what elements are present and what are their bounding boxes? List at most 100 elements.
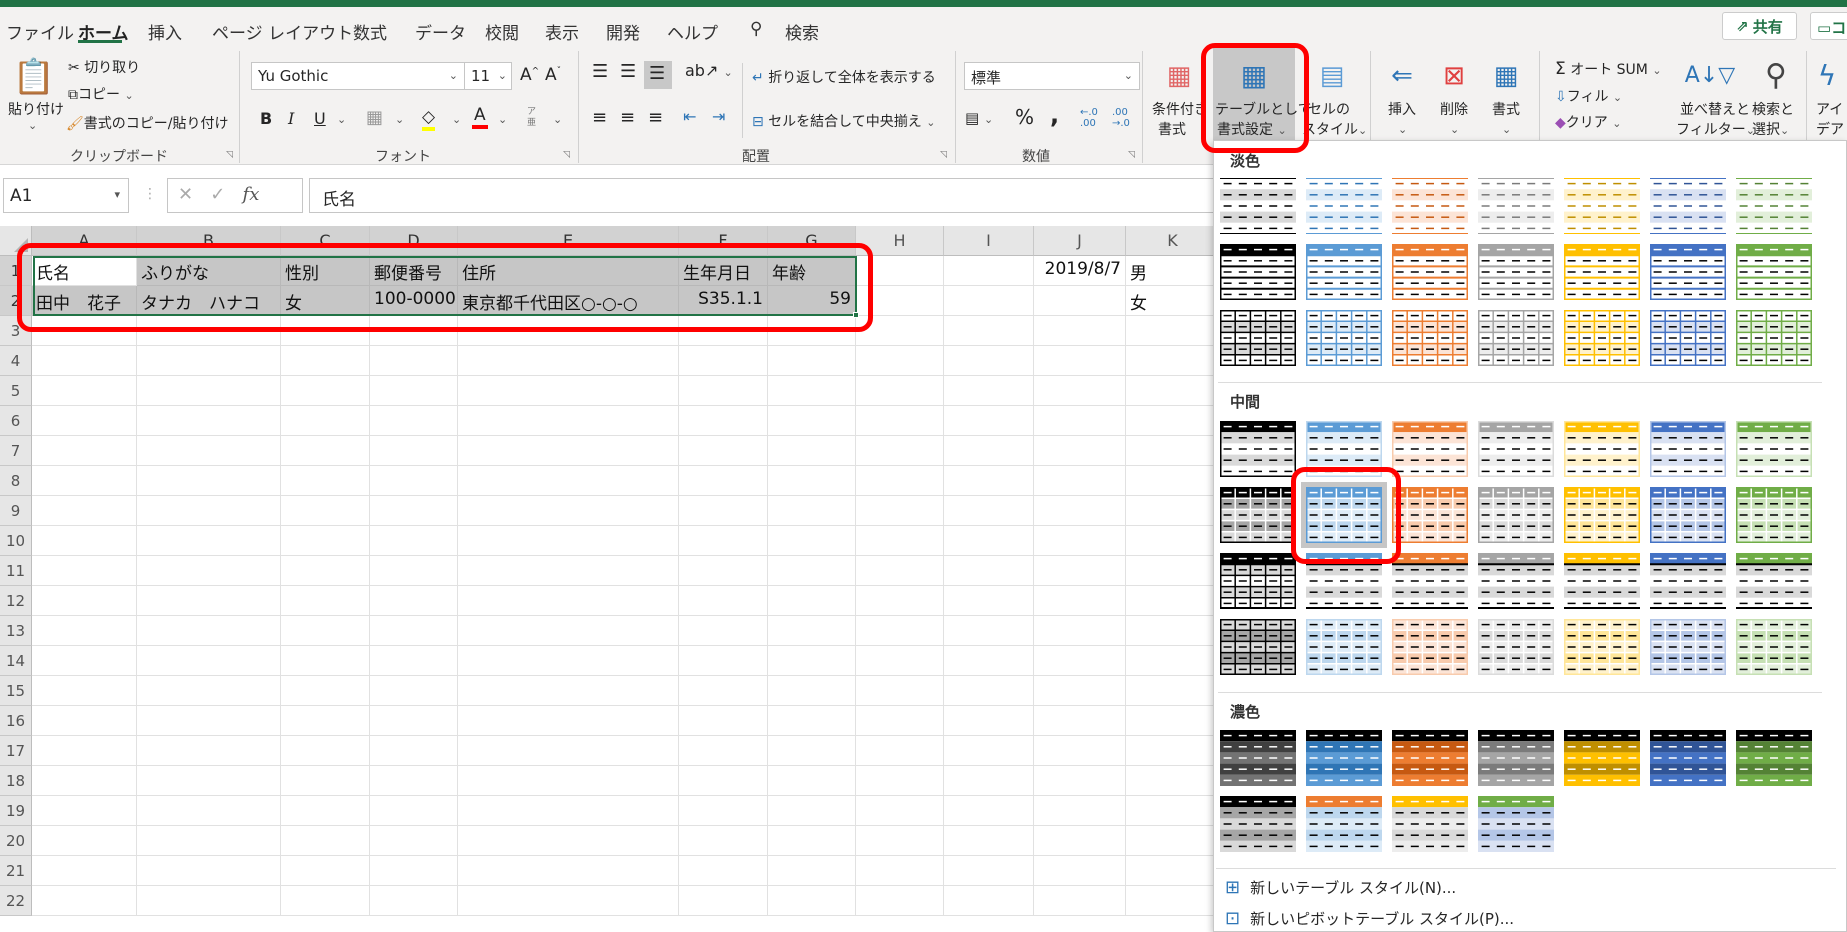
cell[interactable]: [944, 856, 1034, 886]
table-style-swatch[interactable]: [1220, 796, 1296, 852]
table-style-swatch[interactable]: [1736, 421, 1812, 477]
cell[interactable]: [370, 526, 458, 556]
fill-color-chevron-icon[interactable]: ⌄: [452, 113, 461, 126]
cell[interactable]: [679, 346, 768, 376]
cell[interactable]: [1034, 616, 1126, 646]
row-header[interactable]: 10: [0, 526, 32, 556]
cell[interactable]: [458, 826, 679, 856]
cell[interactable]: [281, 796, 370, 826]
cell[interactable]: [458, 796, 679, 826]
cell[interactable]: [1034, 796, 1126, 826]
cell[interactable]: [768, 526, 856, 556]
cell[interactable]: [32, 316, 137, 346]
cell[interactable]: [32, 376, 137, 406]
cell[interactable]: [768, 646, 856, 676]
phonetic-chevron-icon[interactable]: ⌄: [553, 113, 562, 126]
row-header[interactable]: 20: [0, 826, 32, 856]
cell[interactable]: 東京都千代田区○-○-○: [458, 286, 679, 316]
cell[interactable]: [281, 346, 370, 376]
cell[interactable]: ふりがな: [137, 256, 281, 286]
table-style-swatch[interactable]: [1220, 421, 1296, 477]
cell[interactable]: [137, 886, 281, 916]
cell[interactable]: [944, 616, 1034, 646]
comma-style-button[interactable]: ,: [1050, 101, 1059, 129]
cell[interactable]: [32, 676, 137, 706]
row-header[interactable]: 6: [0, 406, 32, 436]
cell[interactable]: [944, 526, 1034, 556]
cell[interactable]: 生年月日: [679, 256, 768, 286]
cell[interactable]: タナカ ハナコ: [137, 286, 281, 316]
cell[interactable]: [1034, 856, 1126, 886]
column-header[interactable]: A: [32, 226, 137, 256]
cell[interactable]: [281, 586, 370, 616]
table-style-swatch[interactable]: [1478, 553, 1554, 609]
cell[interactable]: [1034, 766, 1126, 796]
decrease-indent-icon[interactable]: ⇤: [683, 107, 696, 126]
align-right-icon[interactable]: ≡: [648, 107, 663, 128]
cell[interactable]: [1126, 436, 1220, 466]
row-header[interactable]: 15: [0, 676, 32, 706]
table-style-swatch[interactable]: [1306, 487, 1382, 543]
new-table-style-item[interactable]: ⊞ 新しいテーブル スタイル(N)...: [1225, 873, 1825, 901]
cell[interactable]: [32, 856, 137, 886]
number-format-select[interactable]: 標準 ⌄: [964, 62, 1140, 90]
find-select-button[interactable]: ⚲ 検索と 選択⌄: [1750, 57, 1802, 147]
table-style-swatch[interactable]: [1306, 177, 1382, 235]
cell[interactable]: [137, 796, 281, 826]
cell[interactable]: [679, 436, 768, 466]
table-style-swatch[interactable]: [1564, 619, 1640, 675]
cell[interactable]: [137, 826, 281, 856]
cell[interactable]: [281, 316, 370, 346]
cell[interactable]: [370, 646, 458, 676]
table-style-swatch[interactable]: [1392, 244, 1468, 300]
cell[interactable]: [137, 316, 281, 346]
cell[interactable]: [370, 886, 458, 916]
format-cells-button[interactable]: ▦ 書式 ⌄: [1482, 57, 1532, 147]
cell[interactable]: [370, 376, 458, 406]
cell[interactable]: 女: [1126, 286, 1220, 316]
table-style-swatch[interactable]: [1650, 177, 1726, 235]
cell[interactable]: [32, 496, 137, 526]
table-style-swatch[interactable]: [1478, 487, 1554, 543]
cell[interactable]: 住所: [458, 256, 679, 286]
dialog-launcher-icon[interactable]: ◹: [1128, 150, 1135, 160]
cell[interactable]: [856, 766, 944, 796]
cell[interactable]: [137, 466, 281, 496]
cell[interactable]: [1126, 856, 1220, 886]
tab-file[interactable]: ファイル: [6, 19, 74, 44]
cell[interactable]: 性別: [281, 256, 370, 286]
comments-button[interactable]: ▭コ: [1810, 12, 1847, 40]
cell[interactable]: [32, 406, 137, 436]
cell[interactable]: [370, 346, 458, 376]
cell[interactable]: [768, 436, 856, 466]
insert-function-icon[interactable]: fx: [243, 184, 260, 205]
tab-data[interactable]: データ: [415, 19, 466, 44]
cell[interactable]: [1126, 706, 1220, 736]
cell[interactable]: [370, 496, 458, 526]
cell[interactable]: [137, 616, 281, 646]
table-style-swatch[interactable]: [1564, 730, 1640, 786]
cell[interactable]: [1126, 646, 1220, 676]
cell[interactable]: [768, 886, 856, 916]
table-style-swatch[interactable]: [1306, 730, 1382, 786]
increase-decimal-button[interactable]: ←.0 .00: [1080, 107, 1106, 129]
cell[interactable]: [1126, 496, 1220, 526]
table-style-swatch[interactable]: [1478, 244, 1554, 300]
font-size-select[interactable]: 11 ⌄: [464, 62, 512, 90]
delete-cells-button[interactable]: ⊠ 削除 ⌄: [1430, 57, 1480, 147]
cell[interactable]: [1034, 706, 1126, 736]
cell[interactable]: [1034, 316, 1126, 346]
cell[interactable]: [768, 706, 856, 736]
formula-bar-grip-icon[interactable]: ⋮: [143, 186, 157, 202]
cell[interactable]: [679, 736, 768, 766]
cell[interactable]: [1126, 556, 1220, 586]
font-name-select[interactable]: Yu Gothic ⌄: [251, 62, 465, 90]
table-style-swatch[interactable]: [1306, 796, 1382, 852]
cell[interactable]: [137, 676, 281, 706]
cell[interactable]: [856, 376, 944, 406]
cell[interactable]: [458, 676, 679, 706]
table-style-swatch[interactable]: [1564, 177, 1640, 235]
cell[interactable]: [856, 826, 944, 856]
cell[interactable]: [856, 856, 944, 886]
cell[interactable]: [458, 856, 679, 886]
